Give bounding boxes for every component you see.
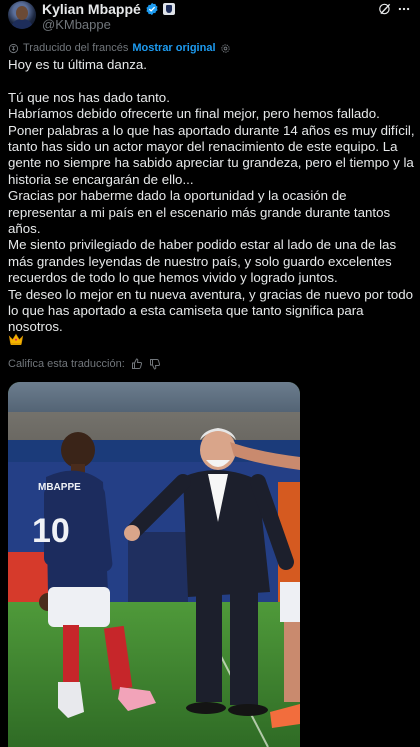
thumbs-up-icon[interactable] — [131, 358, 143, 370]
translation-bar: Traducido del francés Mostrar original — [8, 41, 231, 55]
crown-emoji-icon — [8, 333, 24, 345]
translation-label: Traducido del francés — [23, 42, 129, 54]
tweet-line: Hoy es tu última danza. — [8, 57, 147, 72]
tweet-line: Poner palabras a lo que has aportado dur… — [8, 122, 415, 187]
author-name[interactable]: Kylian Mbappé — [42, 1, 141, 17]
author-name-row: Kylian Mbappé — [42, 1, 175, 17]
grok-icon[interactable] — [378, 2, 392, 16]
affiliate-badge-icon — [162, 3, 175, 15]
tweet-line: Me siento privilegiado de haber podido e… — [8, 237, 397, 286]
author-handle[interactable]: @KMbappe — [42, 17, 111, 32]
tweet-line: Tú que nos has dado tanto. — [8, 89, 170, 105]
tweet-text: Hoy es tu última danza. Tú que nos has d… — [8, 57, 416, 336]
jersey-name: MBAPPE — [38, 482, 81, 493]
tweet-photo[interactable]: MBAPPE 10 — [8, 382, 300, 747]
jersey-number: 10 — [32, 512, 70, 550]
show-original-link[interactable]: Mostrar original — [132, 42, 215, 54]
tweet-header: Kylian Mbappé @KMbappe — [8, 0, 412, 36]
verified-badge-icon — [146, 2, 158, 16]
rate-translation-label: Califica esta traducción: — [8, 358, 125, 370]
more-icon[interactable] — [396, 2, 412, 16]
tweet-line: Gracias por haberme dado la oportunidad … — [8, 188, 391, 237]
translate-icon — [8, 43, 19, 53]
photo-illustration: MBAPPE 10 — [8, 382, 300, 747]
avatar[interactable] — [8, 1, 36, 29]
rate-translation: Califica esta traducción: — [8, 357, 161, 371]
tweet-line: Habríamos debido ofrecerte un final mejo… — [8, 106, 380, 122]
gear-icon[interactable] — [220, 43, 231, 54]
thumbs-down-icon[interactable] — [149, 358, 161, 370]
tweet-line: Te deseo lo mejor en tu nueva aventura, … — [8, 286, 414, 335]
